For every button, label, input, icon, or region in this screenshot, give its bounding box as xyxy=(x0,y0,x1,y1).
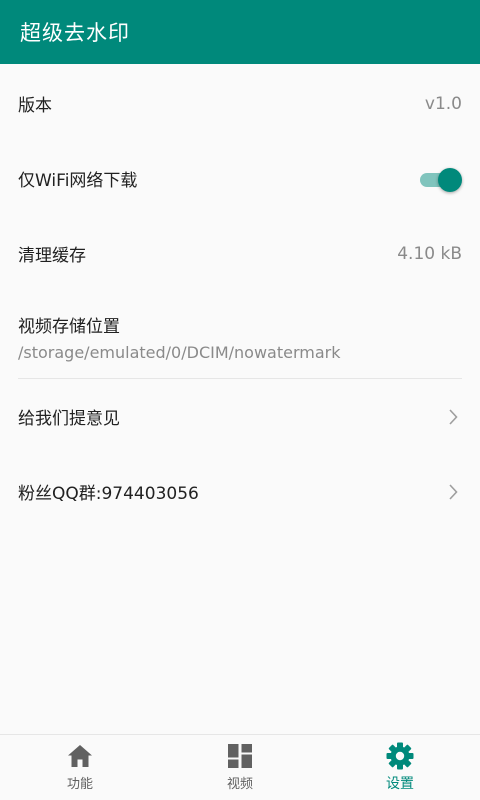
feedback-label: 给我们提意见 xyxy=(18,409,120,429)
nav-tab-videos[interactable]: 视频 xyxy=(160,735,320,800)
app-screen: 超级去水印 版本 v1.0 仅WiFi网络下载 清理缓存 4.10 kB 视频存… xyxy=(0,0,480,800)
version-row: 版本 v1.0 xyxy=(18,66,462,141)
gear-icon xyxy=(386,742,414,769)
chevron-right-icon xyxy=(446,483,460,501)
qq-group-label: 粉丝QQ群:974403056 xyxy=(18,484,199,504)
storage-location-label: 视频存储位置 xyxy=(18,316,120,337)
nav-tab-settings[interactable]: 设置 xyxy=(320,735,480,800)
wifi-only-switch[interactable] xyxy=(420,167,462,192)
switch-thumb xyxy=(438,167,462,192)
cache-size-value: 4.10 kB xyxy=(397,243,462,264)
qq-group-row[interactable]: 粉丝QQ群:974403056 xyxy=(18,454,462,529)
version-value: v1.0 xyxy=(424,93,462,114)
app-bar: 超级去水印 xyxy=(0,0,480,64)
home-icon xyxy=(67,743,93,769)
clear-cache-label: 清理缓存 xyxy=(18,246,86,266)
nav-tab-label: 功能 xyxy=(66,777,93,792)
dashboard-icon xyxy=(228,743,252,769)
nav-tab-features[interactable]: 功能 xyxy=(0,735,160,800)
version-label: 版本 xyxy=(18,96,52,116)
nav-tab-label: 视频 xyxy=(226,777,253,792)
storage-path: /storage/emulated/0/DCIM/nowatermark xyxy=(18,342,341,362)
chevron-right-icon xyxy=(446,408,460,426)
wifi-only-row[interactable]: 仅WiFi网络下载 xyxy=(18,141,462,216)
app-title: 超级去水印 xyxy=(20,21,130,45)
storage-location-row[interactable]: 视频存储位置 /storage/emulated/0/DCIM/nowaterm… xyxy=(18,291,462,378)
clear-cache-row[interactable]: 清理缓存 4.10 kB xyxy=(18,216,462,291)
nav-tab-label: 设置 xyxy=(386,775,414,792)
wifi-only-label: 仅WiFi网络下载 xyxy=(18,171,138,191)
settings-list: 版本 v1.0 仅WiFi网络下载 清理缓存 4.10 kB 视频存储位置 /s… xyxy=(0,66,480,529)
feedback-row[interactable]: 给我们提意见 xyxy=(18,379,462,454)
bottom-navigation: 功能 视频 设置 xyxy=(0,734,480,800)
